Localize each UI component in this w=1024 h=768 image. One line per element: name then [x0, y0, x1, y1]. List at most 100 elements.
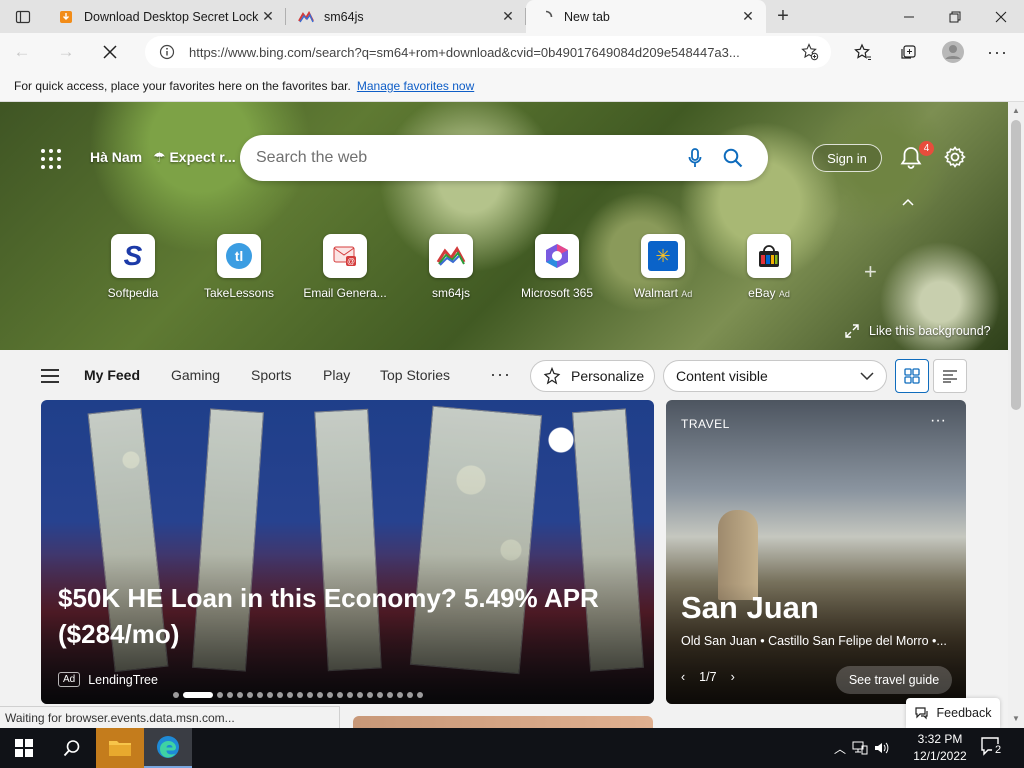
- scroll-up-arrow-icon[interactable]: ▲: [1012, 106, 1020, 115]
- feed-menu-hamburger-icon[interactable]: [41, 369, 59, 383]
- page-scrollbar[interactable]: ▲ ▼: [1008, 102, 1024, 728]
- carousel-dot[interactable]: [307, 692, 313, 698]
- tab-sm64js[interactable]: sm64js ✕: [286, 0, 526, 33]
- new-tab-button[interactable]: +: [766, 0, 800, 33]
- quick-link-sm64js[interactable]: sm64js: [403, 234, 499, 300]
- start-button[interactable]: [0, 728, 48, 768]
- location-label[interactable]: Hà Nam: [90, 149, 142, 165]
- carousel-dot[interactable]: [397, 692, 403, 698]
- web-search-box[interactable]: [240, 135, 768, 181]
- close-tab-icon[interactable]: ✕: [740, 8, 756, 25]
- carousel-dot[interactable]: [347, 692, 353, 698]
- carousel-dot[interactable]: [247, 692, 253, 698]
- quick-link-microsoft-365[interactable]: Microsoft 365: [509, 234, 605, 300]
- search-submit-button[interactable]: [714, 139, 752, 177]
- quick-link-walmart[interactable]: ✳ Walmart Ad: [615, 234, 711, 300]
- carousel-dot[interactable]: [367, 692, 373, 698]
- stop-loading-button[interactable]: [88, 33, 132, 71]
- carousel-dot[interactable]: [337, 692, 343, 698]
- taskbar-clock[interactable]: 3:32 PM 12/1/2022: [908, 731, 972, 765]
- carousel-dot[interactable]: [297, 692, 303, 698]
- add-favorite-star-icon[interactable]: [801, 43, 819, 61]
- tab-play[interactable]: Play: [323, 367, 350, 383]
- edge-logo-icon: [157, 736, 179, 758]
- tab-my-feed[interactable]: My Feed: [84, 367, 140, 383]
- scrollbar-thumb[interactable]: [1011, 120, 1021, 410]
- info-icon[interactable]: [159, 44, 175, 60]
- card-headline[interactable]: $50K HE Loan in this Economy? 5.49% APR …: [58, 580, 618, 652]
- carousel-dot[interactable]: [387, 692, 393, 698]
- close-tab-icon[interactable]: ✕: [500, 8, 516, 25]
- carousel-dot[interactable]: [417, 692, 423, 698]
- edge-browser-button[interactable]: [144, 728, 192, 768]
- back-button[interactable]: ←: [0, 33, 44, 71]
- carousel-dot[interactable]: [217, 692, 223, 698]
- taskbar-search-button[interactable]: [48, 728, 96, 768]
- carousel-dot[interactable]: [317, 692, 323, 698]
- collapse-chevron-icon[interactable]: [902, 195, 914, 209]
- favorites-button[interactable]: [840, 33, 885, 71]
- close-tab-icon[interactable]: ✕: [260, 8, 276, 25]
- tab-gaming[interactable]: Gaming: [171, 367, 220, 383]
- tab-sports[interactable]: Sports: [251, 367, 291, 383]
- close-window-button[interactable]: [978, 0, 1024, 33]
- quick-link-email-generator[interactable]: @ Email Genera...: [297, 234, 393, 300]
- carousel-dot[interactable]: [267, 692, 273, 698]
- restore-button[interactable]: [932, 0, 978, 33]
- volume-icon[interactable]: [874, 741, 890, 755]
- tab-download-desktop-secret-lock[interactable]: Download Desktop Secret Lock ✕: [46, 0, 286, 33]
- voice-search-button[interactable]: [676, 139, 714, 177]
- profile-button[interactable]: [930, 33, 975, 71]
- grid-view-button[interactable]: [895, 359, 929, 393]
- like-background-button[interactable]: Like this background?: [845, 324, 991, 338]
- carousel-dot[interactable]: [407, 692, 413, 698]
- card-more-options-icon[interactable]: ···: [930, 412, 946, 430]
- source-name[interactable]: LendingTree: [88, 673, 158, 687]
- weather-widget[interactable]: ☂ Expect r...: [153, 149, 236, 166]
- list-view-button[interactable]: [933, 359, 967, 393]
- travel-card[interactable]: TRAVEL ··· San Juan Old San Juan • Casti…: [666, 400, 966, 704]
- travel-city[interactable]: San Juan: [681, 590, 819, 626]
- more-tabs-dots-icon[interactable]: ···: [490, 364, 511, 385]
- scroll-down-arrow-icon[interactable]: ▼: [1012, 714, 1020, 723]
- file-explorer-button[interactable]: [96, 728, 144, 768]
- tray-chevron-up-icon[interactable]: ︿: [834, 740, 846, 757]
- tab-top-stories[interactable]: Top Stories: [380, 367, 450, 383]
- collections-button[interactable]: [885, 33, 930, 71]
- carousel-dot[interactable]: [227, 692, 233, 698]
- manage-favorites-link[interactable]: Manage favorites now: [357, 79, 474, 93]
- carousel-dot[interactable]: [357, 692, 363, 698]
- quick-link-takelessons[interactable]: tl TakeLessons: [191, 234, 287, 300]
- carousel-dot[interactable]: [277, 692, 283, 698]
- tab-actions-button[interactable]: [0, 0, 46, 33]
- tab-new-tab[interactable]: New tab ✕: [526, 0, 766, 33]
- feedback-button[interactable]: Feedback: [906, 698, 1000, 728]
- address-bar[interactable]: https://www.bing.com/search?q=sm64+rom+d…: [145, 36, 831, 68]
- carousel-dot[interactable]: [237, 692, 243, 698]
- search-input[interactable]: [256, 149, 676, 167]
- address-url[interactable]: https://www.bing.com/search?q=sm64+rom+d…: [189, 45, 801, 60]
- quick-link-ebay[interactable]: eBay Ad: [721, 234, 817, 300]
- quick-link-softpedia[interactable]: S Softpedia: [85, 234, 181, 300]
- action-center-button[interactable]: 2: [980, 736, 1006, 760]
- carousel-dot[interactable]: [327, 692, 333, 698]
- content-visibility-dropdown[interactable]: Content visible: [663, 360, 887, 392]
- page-settings-gear-icon[interactable]: [943, 145, 967, 169]
- settings-more-button[interactable]: ···: [975, 33, 1020, 71]
- personalize-button[interactable]: Personalize: [530, 360, 655, 392]
- chevron-right-icon[interactable]: ›: [731, 670, 735, 684]
- network-icon[interactable]: [852, 741, 868, 755]
- app-launcher-icon[interactable]: [41, 149, 61, 169]
- featured-ad-card[interactable]: $50K HE Loan in this Economy? 5.49% APR …: [41, 400, 654, 704]
- carousel-dot[interactable]: [183, 692, 213, 698]
- carousel-dot[interactable]: [173, 692, 179, 698]
- forward-button[interactable]: →: [44, 33, 88, 71]
- carousel-dot[interactable]: [257, 692, 263, 698]
- add-quick-link-plus-icon[interactable]: +: [864, 259, 877, 285]
- carousel-dot[interactable]: [287, 692, 293, 698]
- chevron-left-icon[interactable]: ‹: [681, 670, 685, 684]
- minimize-button[interactable]: [886, 0, 932, 33]
- see-travel-guide-button[interactable]: See travel guide: [836, 666, 952, 694]
- carousel-dot[interactable]: [377, 692, 383, 698]
- sign-in-button[interactable]: Sign in: [812, 144, 882, 172]
